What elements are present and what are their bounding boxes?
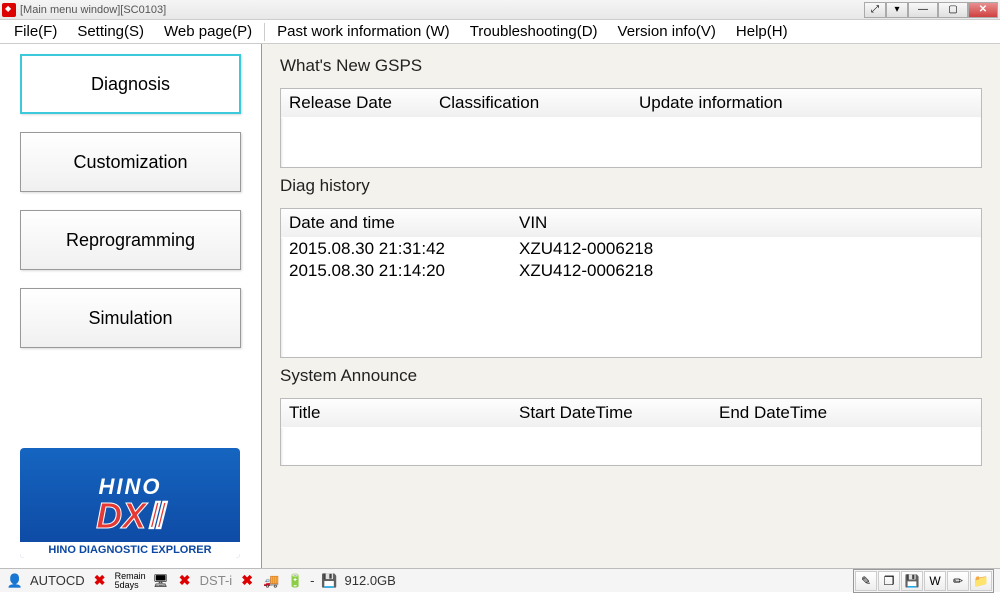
history-panel: Date and time VIN 2015.08.30 21:31:42 XZ… — [280, 208, 982, 358]
whatsnew-panel: Release Date Classification Update infor… — [280, 88, 982, 168]
table-row[interactable]: 2015.08.30 21:31:42 XZU412-0006218 — [289, 238, 973, 260]
tool-save-icon[interactable]: 💾 — [901, 571, 923, 591]
col-release-date: Release Date — [289, 93, 439, 113]
device-icon: 🖥 — [152, 572, 170, 590]
menu-troubleshooting[interactable]: Troubleshooting(D) — [460, 21, 608, 42]
diagnosis-button[interactable]: Diagnosis — [20, 54, 241, 114]
cell-vin: XZU412-0006218 — [519, 239, 653, 259]
whatsnew-title: What's New GSPS — [280, 56, 982, 76]
col-end: End DateTime — [719, 403, 827, 423]
col-title: Title — [289, 403, 519, 423]
tool-w-icon[interactable]: W — [924, 571, 946, 591]
col-datetime: Date and time — [289, 213, 519, 233]
main-area: Diagnosis Customization Reprogramming Si… — [0, 44, 1000, 568]
close-button[interactable]: ✕ — [968, 2, 998, 18]
menubar: File(F) Setting(S) Web page(P) Past work… — [0, 20, 1000, 44]
menu-help[interactable]: Help(H) — [726, 21, 798, 42]
disk-icon: 💾 — [321, 572, 339, 590]
sidebar: Diagnosis Customization Reprogramming Si… — [0, 44, 262, 568]
user-icon: 👤 — [6, 572, 24, 590]
logo: HINO DXⅡ HINO DIAGNOSTIC EXPLORER — [20, 448, 240, 558]
customization-button[interactable]: Customization — [20, 132, 241, 192]
status-user: AUTOCD — [30, 573, 85, 588]
announce-panel: Title Start DateTime End DateTime — [280, 398, 982, 466]
announce-title: System Announce — [280, 366, 982, 386]
menu-pastwork[interactable]: Past work information (W) — [267, 21, 460, 42]
logo-subtitle: HINO DIAGNOSTIC EXPLORER — [20, 542, 240, 558]
cell-vin: XZU412-0006218 — [519, 261, 653, 281]
status-remain: Remain5days — [115, 572, 146, 590]
maximize-button[interactable]: ▢ — [938, 2, 968, 18]
history-title: Diag history — [280, 176, 982, 196]
app-icon — [2, 3, 16, 17]
battery-value: - — [310, 573, 314, 588]
menu-separator — [264, 23, 265, 41]
window-aux2-button[interactable]: ▾ — [886, 2, 908, 18]
window-title: [Main menu window][SC0103] — [20, 4, 166, 16]
cell-datetime: 2015.08.30 21:14:20 — [289, 261, 519, 281]
menu-file[interactable]: File(F) — [4, 21, 67, 42]
menu-version[interactable]: Version info(V) — [608, 21, 726, 42]
col-update-info: Update information — [639, 93, 783, 113]
whatsnew-header: Release Date Classification Update infor… — [281, 89, 981, 118]
truck-icon: 🚚 — [262, 572, 280, 590]
col-start: Start DateTime — [519, 403, 719, 423]
status-disk: 912.0GB — [345, 573, 396, 588]
table-row[interactable]: 2015.08.30 21:14:20 XZU412-0006218 — [289, 260, 973, 282]
tool-folder-icon[interactable]: 📁 — [970, 571, 992, 591]
titlebar: [Main menu window][SC0103] ⤢ ▾ — ▢ ✕ — [0, 0, 1000, 20]
history-body: 2015.08.30 21:31:42 XZU412-0006218 2015.… — [281, 238, 981, 282]
menu-setting[interactable]: Setting(S) — [67, 21, 154, 42]
minimize-button[interactable]: — — [908, 2, 938, 18]
tool-pen-icon[interactable]: ✎ — [855, 571, 877, 591]
tool-eraser-icon[interactable]: ❐ — [878, 571, 900, 591]
logo-product: DXⅡ — [96, 500, 164, 532]
col-vin: VIN — [519, 213, 547, 233]
statusbar: 👤 AUTOCD ✖ Remain5days 🖥 ✖ DST-i ✖ 🚚 🔋 -… — [0, 568, 1000, 592]
dst-x-icon: ✖ — [238, 572, 256, 590]
simulation-button[interactable]: Simulation — [20, 288, 241, 348]
window-aux1-button[interactable]: ⤢ — [864, 2, 886, 18]
content: What's New GSPS Release Date Classificat… — [262, 44, 1000, 568]
connection-x-icon: ✖ — [176, 572, 194, 590]
tool-edit-icon[interactable]: ✏ — [947, 571, 969, 591]
reprogramming-button[interactable]: Reprogramming — [20, 210, 241, 270]
col-classification: Classification — [439, 93, 639, 113]
remain-x-icon: ✖ — [91, 572, 109, 590]
announce-header: Title Start DateTime End DateTime — [281, 399, 981, 428]
history-header: Date and time VIN — [281, 209, 981, 238]
cell-datetime: 2015.08.30 21:31:42 — [289, 239, 519, 259]
menu-webpage[interactable]: Web page(P) — [154, 21, 262, 42]
toolbar: ✎ ❐ 💾 W ✏ 📁 — [853, 569, 994, 593]
battery-icon: 🔋 — [286, 572, 304, 590]
status-dst: DST-i — [200, 573, 233, 588]
